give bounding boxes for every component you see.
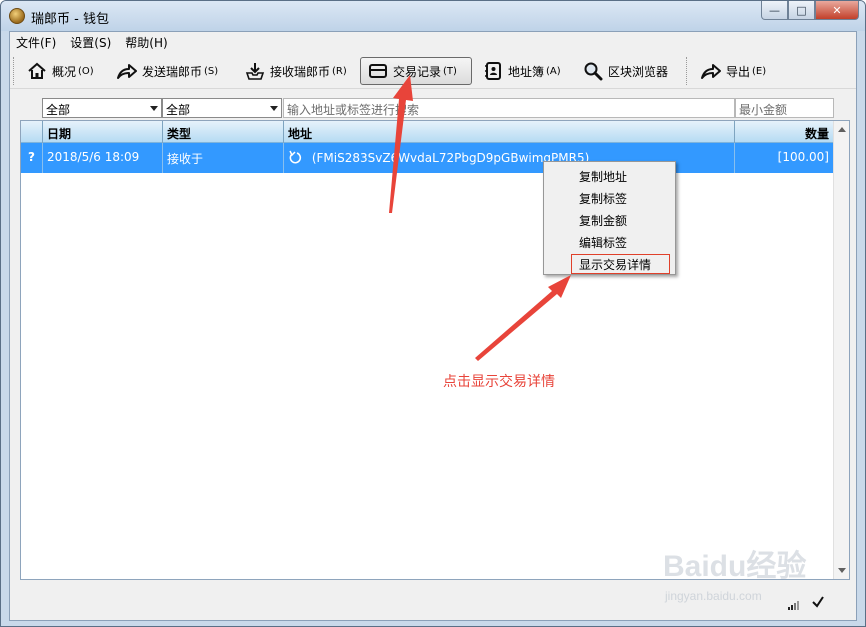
contact-book-icon [482, 60, 504, 82]
network-signal-icon [788, 599, 800, 613]
header-type[interactable]: 类型 [163, 121, 284, 143]
addressbook-key: (A) [546, 65, 561, 77]
watermark-url: jingyan.baidu.com [665, 589, 762, 603]
ctx-copy-amount[interactable]: 复制金额 [544, 209, 675, 231]
receive-tx-icon [288, 150, 302, 164]
addressbook-label: 地址簿 [508, 64, 545, 79]
table-row[interactable]: ? 2018/5/6 18:09 接收于 (FMiS283SvZ6WvdaL72… [21, 143, 833, 173]
scroll-down-icon[interactable] [838, 568, 846, 573]
block-explorer-label: 区块浏览器 [608, 64, 669, 79]
ctx-show-details[interactable]: 显示交易详情 [570, 253, 671, 275]
send-button[interactable]: 发送瑞郎币 (S) [110, 57, 224, 85]
card-icon [367, 60, 389, 82]
block-explorer-button[interactable]: 区块浏览器 [576, 57, 674, 85]
chevron-down-icon [150, 106, 158, 111]
header-date[interactable]: 日期 [43, 121, 163, 143]
date-filter-value: 全部 [46, 103, 71, 117]
header-address[interactable]: 地址 [284, 121, 735, 143]
baidu-watermark-logo: Baidu经验 [663, 550, 807, 583]
export-button[interactable]: 导出 (E) [694, 57, 772, 85]
receive-key: (R) [332, 65, 347, 77]
receive-label: 接收瑞郎币 [270, 64, 331, 79]
ctx-copy-address[interactable]: 复制地址 [544, 165, 675, 187]
close-button[interactable]: ✕ [815, 1, 859, 20]
toolbar-grip [13, 57, 15, 85]
transactions-key: (T) [443, 65, 457, 77]
sync-check-icon [810, 594, 826, 613]
export-key: (E) [752, 65, 767, 77]
header-amount[interactable]: 数量 [735, 121, 833, 143]
send-arrow-icon [116, 60, 138, 82]
annotation-caption: 点击显示交易详情 [443, 374, 555, 390]
date-filter-select[interactable]: 全部 [42, 98, 162, 118]
filter-row: 全部 全部 输入地址或标签进行搜索 最小金额 [20, 98, 834, 118]
app-coin-icon [9, 8, 25, 24]
ctx-edit-label[interactable]: 编辑标签 [544, 231, 675, 253]
row-status: ? [21, 143, 43, 173]
toolbar-separator [686, 57, 688, 85]
menu-file[interactable]: 文件(F) [16, 34, 56, 51]
export-label: 导出 [726, 64, 751, 79]
menu-help[interactable]: 帮助(H) [125, 34, 167, 51]
row-date: 2018/5/6 18:09 [43, 143, 163, 173]
receive-button[interactable]: 接收瑞郎币 (R) [238, 57, 353, 85]
minimize-button[interactable]: — [761, 1, 788, 20]
address-search-input[interactable]: 输入地址或标签进行搜索 [283, 98, 735, 118]
header-status[interactable] [21, 121, 43, 143]
magnifier-icon [582, 60, 604, 82]
type-filter-select[interactable]: 全部 [162, 98, 282, 118]
overview-key: (O) [78, 65, 94, 77]
min-amount-input[interactable]: 最小金额 [735, 98, 834, 118]
window-controls: — □ ✕ [761, 1, 859, 21]
ctx-copy-label[interactable]: 复制标签 [544, 187, 675, 209]
overview-label: 概况 [52, 64, 77, 79]
toolbar: 概况 (O) 发送瑞郎币 (S) 接收瑞郎币 (R) 交易记录 (T) 地址簿 … [10, 53, 856, 89]
transactions-table: 日期 类型 地址 数量 ? 2018/5/6 18:09 接收于 (FMiS28… [20, 120, 850, 580]
client-area: 文件(F) 设置(S) 帮助(H) 概况 (O) 发送瑞郎币 (S) 接收瑞郎币… [9, 31, 857, 621]
vertical-scrollbar[interactable] [833, 121, 849, 579]
wallet-window: 瑞郎币 - 钱包 — □ ✕ 文件(F) 设置(S) 帮助(H) 概况 (O) [0, 0, 866, 627]
maximize-button[interactable]: □ [788, 1, 815, 20]
row-type: 接收于 [163, 143, 284, 173]
table-header: 日期 类型 地址 数量 [21, 121, 833, 143]
transactions-label: 交易记录 [393, 64, 442, 79]
addressbook-button[interactable]: 地址簿 (A) [476, 57, 567, 85]
export-arrow-icon [700, 60, 722, 82]
overview-button[interactable]: 概况 (O) [20, 57, 100, 85]
send-label: 发送瑞郎币 [142, 64, 203, 79]
window-title: 瑞郎币 - 钱包 [31, 12, 109, 27]
receive-inbox-icon [244, 60, 266, 82]
menu-bar: 文件(F) 设置(S) 帮助(H) [10, 32, 856, 52]
chevron-down-icon [270, 106, 278, 111]
send-key: (S) [204, 65, 219, 77]
transactions-button[interactable]: 交易记录 (T) [360, 57, 472, 85]
context-menu: 复制地址 复制标签 复制金额 编辑标签 显示交易详情 [543, 161, 676, 275]
home-icon [26, 60, 48, 82]
scroll-up-icon[interactable] [838, 127, 846, 132]
menu-settings[interactable]: 设置(S) [70, 34, 111, 51]
title-bar[interactable]: 瑞郎币 - 钱包 — □ ✕ [1, 1, 865, 31]
row-amount: [100.00] [777, 150, 829, 164]
type-filter-value: 全部 [166, 103, 191, 117]
